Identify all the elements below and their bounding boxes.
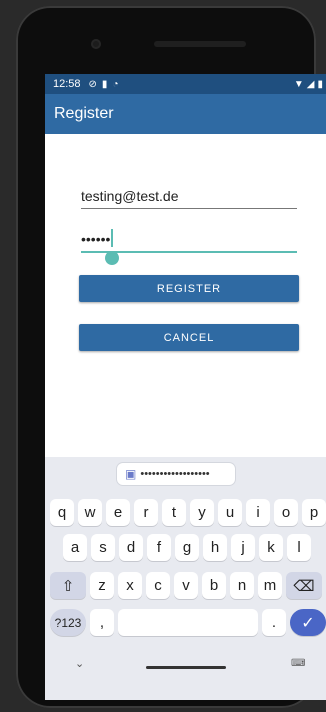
- key-u[interactable]: u: [218, 499, 242, 526]
- key-k[interactable]: k: [259, 534, 283, 561]
- enter-key[interactable]: ✓: [290, 609, 326, 636]
- backspace-icon: ⌫: [293, 577, 315, 595]
- app-bar: Register: [45, 94, 326, 134]
- sim-icon: ▮: [101, 78, 108, 90]
- key-x[interactable]: x: [118, 572, 142, 599]
- register-button[interactable]: REGISTER: [79, 275, 299, 302]
- cancel-button[interactable]: CANCEL: [79, 324, 299, 351]
- key-a[interactable]: a: [63, 534, 87, 561]
- page-title: Register: [54, 105, 114, 122]
- camera-icon: [91, 39, 101, 49]
- wifi-icon: ▼: [293, 78, 304, 90]
- phone-frame: 12:58 ⊘ ▮ ◔ ▼ ◢ ▮ Register testing@test.…: [16, 6, 326, 708]
- key-p[interactable]: p: [302, 499, 326, 526]
- soft-keyboard: ▣ •••••••••••••••••• q w e r t y u i o p…: [45, 457, 326, 700]
- navigation-bar: ⌄ ⌨: [45, 654, 326, 678]
- signal-icon: ◢: [306, 78, 315, 90]
- key-n[interactable]: n: [230, 572, 254, 599]
- period-key[interactable]: .: [262, 609, 286, 636]
- key-e[interactable]: e: [106, 499, 130, 526]
- speaker-grille: [154, 41, 246, 47]
- checkmark-icon: ✓: [301, 614, 315, 632]
- key-l[interactable]: l: [287, 534, 311, 561]
- key-y[interactable]: y: [190, 499, 214, 526]
- key-j[interactable]: j: [231, 534, 255, 561]
- status-time: 12:58: [53, 78, 81, 90]
- password-value: ••••••: [81, 231, 111, 247]
- keyboard-icon[interactable]: ⌨: [291, 658, 305, 669]
- text-cursor: [111, 229, 113, 247]
- register-label: REGISTER: [156, 282, 222, 295]
- key-v[interactable]: v: [174, 572, 198, 599]
- key-h[interactable]: h: [203, 534, 227, 561]
- sync-icon: ◔: [112, 78, 119, 90]
- keyboard-row-4: ?123 , . ✓: [50, 609, 326, 636]
- key-b[interactable]: b: [202, 572, 226, 599]
- home-gesture-bar[interactable]: [146, 666, 226, 669]
- vpn-icon: ⊘: [88, 78, 97, 90]
- key-f[interactable]: f: [147, 534, 171, 561]
- shift-icon: ⇧: [61, 577, 75, 595]
- shift-key[interactable]: ⇧: [50, 572, 86, 599]
- password-field[interactable]: ••••••: [81, 229, 297, 265]
- clipboard-suggestion[interactable]: ▣ ••••••••••••••••••: [117, 463, 235, 485]
- email-value: testing@test.de: [81, 188, 179, 204]
- cursor-handle[interactable]: [105, 251, 119, 265]
- keyboard-row-3: ⇧ z x c v b n m ⌫: [50, 572, 326, 599]
- chevron-down-icon[interactable]: ⌄: [75, 657, 84, 670]
- suggestion-text: ••••••••••••••••••: [140, 468, 210, 480]
- key-i[interactable]: i: [246, 499, 270, 526]
- symbols-key[interactable]: ?123: [50, 609, 86, 636]
- status-right: ▼ ◢ ▮: [294, 79, 323, 90]
- key-c[interactable]: c: [146, 572, 170, 599]
- key-q[interactable]: q: [50, 499, 74, 526]
- status-bar: 12:58 ⊘ ▮ ◔ ▼ ◢ ▮: [45, 74, 326, 94]
- key-t[interactable]: t: [162, 499, 186, 526]
- key-d[interactable]: d: [119, 534, 143, 561]
- key-s[interactable]: s: [91, 534, 115, 561]
- keyboard-row-1: q w e r t y u i o p: [50, 499, 326, 526]
- clipboard-icon: ▣: [125, 467, 137, 481]
- email-field[interactable]: testing@test.de: [81, 188, 297, 209]
- key-r[interactable]: r: [134, 499, 158, 526]
- key-m[interactable]: m: [258, 572, 282, 599]
- cancel-label: CANCEL: [163, 331, 215, 344]
- key-z[interactable]: z: [90, 572, 114, 599]
- keyboard-row-2: a s d f g h j k l: [63, 534, 326, 561]
- key-g[interactable]: g: [175, 534, 199, 561]
- battery-icon: ▮: [317, 78, 323, 90]
- key-w[interactable]: w: [78, 499, 102, 526]
- screen: 12:58 ⊘ ▮ ◔ ▼ ◢ ▮ Register testing@test.…: [45, 74, 326, 700]
- comma-key[interactable]: ,: [90, 609, 114, 636]
- key-o[interactable]: o: [274, 499, 298, 526]
- space-key[interactable]: [118, 609, 258, 636]
- backspace-key[interactable]: ⌫: [286, 572, 322, 599]
